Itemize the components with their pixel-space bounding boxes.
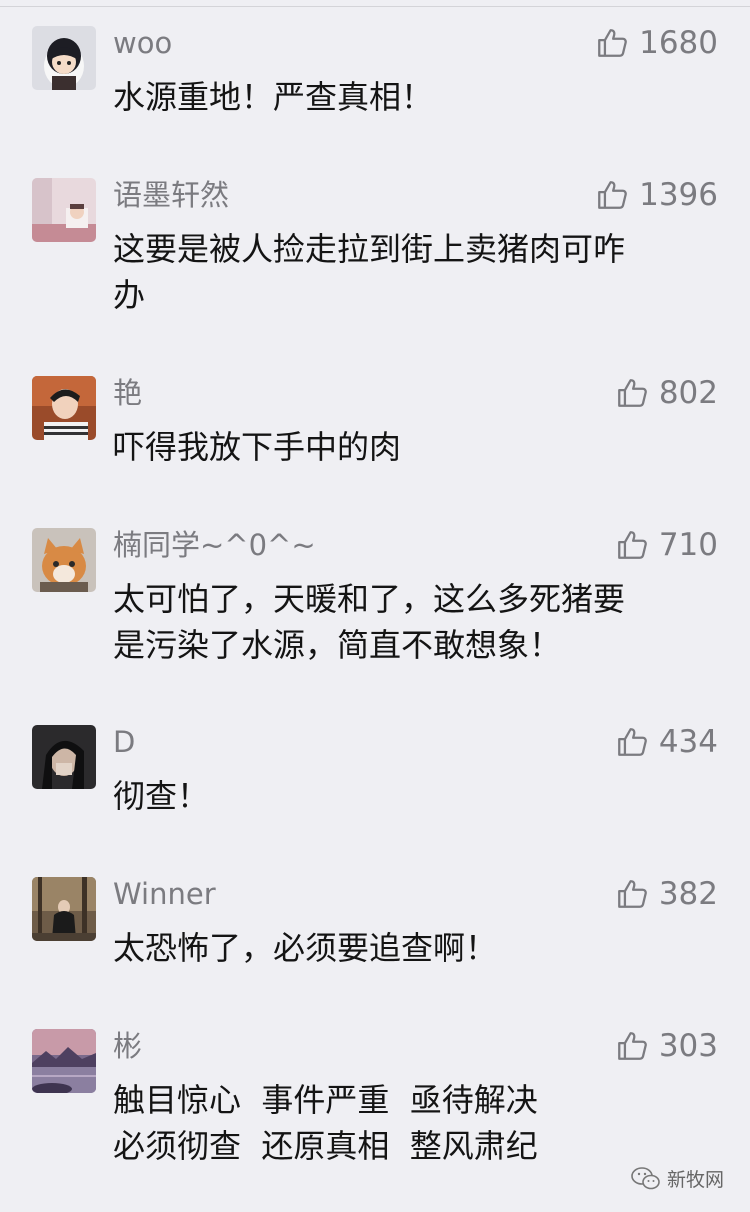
anime-boy-avatar-image — [32, 26, 96, 90]
like-button[interactable]: 434 — [615, 725, 718, 759]
like-button[interactable]: 802 — [615, 376, 718, 410]
like-button[interactable]: 1680 — [595, 26, 718, 60]
avatar[interactable] — [32, 26, 96, 90]
comment-line: 水源重地！严查真相！ — [113, 78, 434, 116]
forest-photo-avatar-image — [32, 877, 96, 941]
avatar[interactable] — [32, 376, 96, 440]
like-button[interactable]: 303 — [615, 1029, 718, 1063]
comment-author[interactable]: D — [113, 725, 135, 759]
thumbs-up-icon — [617, 1032, 647, 1060]
like-count: 303 — [658, 1028, 718, 1064]
comment-author[interactable]: 彬 — [113, 1029, 142, 1063]
comment-line: 这要是被人捡走拉到街上卖猪肉可咋 — [113, 230, 626, 268]
comment-line: 触目惊心 事件严重 亟待解决 — [113, 1081, 538, 1119]
watermark: 新牧网 — [631, 1165, 724, 1192]
comment-author[interactable]: 艳 — [113, 376, 142, 410]
like-count: 802 — [658, 375, 718, 411]
like-count: 710 — [658, 527, 718, 563]
like-count: 1680 — [639, 25, 718, 61]
avatar[interactable] — [32, 877, 96, 941]
comment-text: 太恐怖了，必须要追查啊！ — [113, 925, 713, 971]
comment-author[interactable]: Winner — [113, 877, 216, 911]
watermark-text: 新牧网 — [666, 1169, 724, 1191]
wechat-icon — [631, 1166, 660, 1189]
thumbs-up-icon — [598, 29, 627, 57]
like-button[interactable]: 1396 — [595, 178, 718, 212]
dark-portrait-avatar-image — [32, 725, 96, 789]
like-count: 382 — [658, 876, 718, 912]
thumbs-up-icon — [598, 181, 627, 209]
comment-line: 太可怕了，天暖和了，这么多死猪要 — [113, 580, 626, 618]
thumbs-up-icon — [617, 728, 647, 756]
cartoon-room-avatar-image — [32, 178, 96, 242]
thumbs-up-icon — [617, 531, 647, 559]
avatar[interactable] — [32, 725, 96, 789]
like-button[interactable]: 382 — [615, 877, 718, 911]
avatar[interactable] — [32, 528, 96, 592]
comment-line: 办 — [113, 276, 146, 314]
comment-author[interactable]: woo — [113, 26, 172, 60]
avatar[interactable] — [32, 178, 96, 242]
top-divider — [0, 6, 750, 7]
comment-text: 太可怕了，天暖和了，这么多死猪要 是污染了水源，简直不敢想象！ — [113, 576, 713, 668]
comment-author[interactable]: 语墨轩然 — [113, 178, 229, 212]
cat-avatar-image — [32, 528, 96, 592]
comment-line: 是污染了水源，简直不敢想象！ — [113, 626, 562, 664]
comment-line: 必须彻查 还原真相 整风肃纪 — [113, 1127, 538, 1165]
thumbs-up-icon — [617, 880, 647, 908]
avatar[interactable] — [32, 1029, 96, 1093]
like-count: 434 — [658, 724, 718, 760]
thumbs-up-icon — [617, 379, 647, 407]
comment-text: 这要是被人捡走拉到街上卖猪肉可咋 办 — [113, 226, 713, 318]
lake-sunset-avatar-image — [32, 1029, 96, 1093]
comment-text: 水源重地！严查真相！ — [113, 74, 713, 120]
comment-author[interactable]: 楠同学~^0^~ — [113, 528, 316, 562]
comment-text: 彻查！ — [113, 773, 713, 819]
comment-text: 吓得我放下手中的肉 — [113, 424, 713, 470]
comment-line: 吓得我放下手中的肉 — [113, 428, 402, 466]
like-count: 1396 — [639, 177, 718, 213]
comment-line: 太恐怖了，必须要追查啊！ — [113, 929, 498, 967]
like-button[interactable]: 710 — [615, 528, 718, 562]
comment-text: 触目惊心 事件严重 亟待解决 必须彻查 还原真相 整风肃纪 — [113, 1077, 713, 1169]
comment-line: 彻查！ — [113, 777, 210, 815]
person-photo-avatar-image — [32, 376, 96, 440]
